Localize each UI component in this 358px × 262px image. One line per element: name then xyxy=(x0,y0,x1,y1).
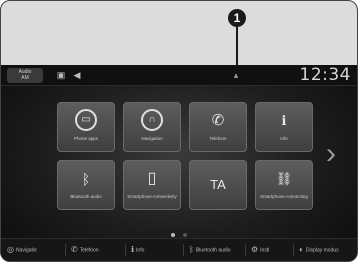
info-icon: ℹ xyxy=(131,245,135,254)
tile-label: Smartphone-connectivity xyxy=(127,194,177,199)
divider xyxy=(293,244,294,256)
tile-label: Phone apps xyxy=(73,136,99,141)
tile-ta[interactable]: TA xyxy=(189,160,247,210)
bluetooth-icon: ᛒ xyxy=(81,171,91,187)
settings-icon: ⚙ xyxy=(251,245,259,254)
audio-source-label: Audio AM xyxy=(18,69,32,81)
phone-icon: ✆ xyxy=(71,245,78,254)
callout-marker: 1 xyxy=(228,9,246,27)
tile-smartphone-connecting[interactable]: ⛓ Smartphone-connecting xyxy=(255,160,313,210)
tile-ta-text: TA xyxy=(210,177,226,192)
shortcut-navigation[interactable]: ◎ Navigatie xyxy=(7,242,37,258)
status-bar: Audio AM ▣ ◀ ▴ 12:34 xyxy=(1,65,357,86)
clock: 12:34 xyxy=(299,65,351,85)
tile-info[interactable]: ℹ Info xyxy=(255,102,313,152)
shortcut-label: Display modus xyxy=(305,247,339,254)
shortcut-label: Bluetooth audio xyxy=(195,247,231,254)
callout-leader-line xyxy=(236,27,238,67)
volume-icon: ◀ xyxy=(73,70,81,80)
shortcut-label: Telefoon xyxy=(79,247,99,254)
home-screen: Audio AM ▣ ◀ ▴ 12:34 ▭ Phone apps ∩ Navi… xyxy=(1,65,357,261)
annotation-area: 1 xyxy=(1,1,357,67)
app-grid: ▭ Phone apps ∩ Navigation ✆ Telefoon ℹ I… xyxy=(57,102,313,210)
notification-icon[interactable]: ▴ xyxy=(230,69,242,81)
tile-navigation[interactable]: ∩ Navigation xyxy=(123,102,181,152)
phone-apps-icon: ▭ xyxy=(75,109,97,131)
tile-label: Telefoon xyxy=(209,136,227,141)
tile-phone[interactable]: ✆ Telefoon xyxy=(189,102,247,152)
phone-icon: ✆ xyxy=(211,112,225,129)
tile-label: Info xyxy=(280,136,288,141)
divider xyxy=(125,244,126,256)
bottom-shortcut-bar: ◎ Navigatie ✆ Telefoon ℹ Info ᛒ Bluetooth au… xyxy=(1,238,357,261)
tile-bluetooth-audio[interactable]: ᛒ Bluetooth audio xyxy=(57,160,115,210)
tile-phone-apps[interactable]: ▭ Phone apps xyxy=(57,102,115,152)
network-icon: ⛓ xyxy=(275,171,293,186)
shortcut-display-mode[interactable]: ◐ Display modus xyxy=(299,242,339,258)
tile-smartphone-connectivity[interactable]: ▯ Smartphone-connectivity xyxy=(123,160,181,210)
shortcut-label: Instl xyxy=(260,247,270,254)
divider xyxy=(245,244,246,256)
tile-label: Navigation xyxy=(141,136,163,141)
page-dot xyxy=(183,233,188,237)
shortcut-label: Info xyxy=(136,247,145,254)
shortcut-bluetooth-audio[interactable]: ᛒ Bluetooth audio xyxy=(189,242,231,258)
display-icon: ◐ xyxy=(299,245,304,254)
smartphone-icon: ▯ xyxy=(147,170,157,187)
phone-status-icon: ▣ xyxy=(56,70,66,80)
navigation-icon: ◎ xyxy=(7,245,14,254)
shortcut-phone[interactable]: ✆ Telefoon xyxy=(71,242,99,258)
divider xyxy=(183,244,184,256)
manual-figure: 1 Audio AM ▣ ◀ ▴ 12:34 ▭ Phone apps ∩ Na… xyxy=(0,0,358,262)
info-icon: ℹ xyxy=(281,113,287,128)
tile-label: Smartphone-connecting xyxy=(260,194,308,199)
page-dot-active xyxy=(170,233,175,237)
shortcut-settings[interactable]: ⚙ Instl xyxy=(251,242,269,258)
shortcut-label: Navigatie xyxy=(15,247,37,254)
bluetooth-icon: ᛒ xyxy=(189,245,194,254)
navigation-icon: ∩ xyxy=(141,109,163,131)
shortcut-info[interactable]: ℹ Info xyxy=(131,242,144,258)
audio-source-button[interactable]: Audio AM xyxy=(7,68,43,83)
divider xyxy=(65,244,66,256)
next-page-chevron-icon[interactable]: › xyxy=(326,137,336,171)
tile-label: Bluetooth audio xyxy=(70,194,102,199)
